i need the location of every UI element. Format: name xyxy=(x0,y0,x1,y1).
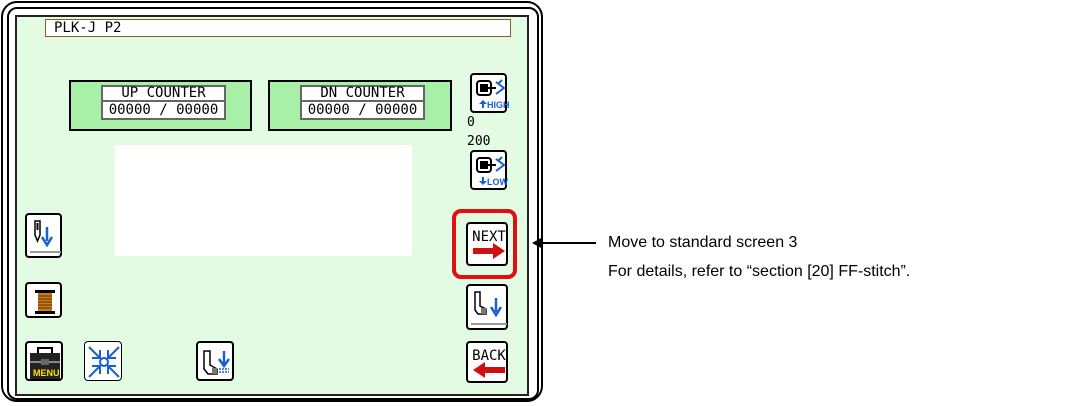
message-area xyxy=(115,145,412,256)
annotation-arrowhead xyxy=(532,237,543,249)
back-label: BACK xyxy=(472,348,506,364)
down-counter-label: DN COUNTER xyxy=(300,85,425,102)
presser-down-icon xyxy=(471,291,507,325)
speed-low-icon: LOW xyxy=(476,156,508,187)
down-counter[interactable]: DN COUNTER 00000 / 00000 xyxy=(268,80,452,131)
back-arrow-icon: BACK xyxy=(472,348,506,378)
annotation-line-2: For details, refer to “section [20] FF-s… xyxy=(608,263,911,280)
screen-title: PLK-J P2 xyxy=(45,19,511,37)
bobbin-button[interactable] xyxy=(25,282,62,318)
menu-label: MENU xyxy=(33,368,60,378)
presser-down-button[interactable] xyxy=(466,284,508,330)
annotation-line-1: Move to standard screen 3 xyxy=(608,234,798,251)
speed-low-label: LOW xyxy=(487,177,508,187)
menu-icon: MENU xyxy=(30,347,60,379)
menu-button[interactable]: MENU xyxy=(25,341,63,381)
speed-high-icon: HIGH xyxy=(476,79,509,110)
up-counter-value: 00000 / 00000 xyxy=(101,102,226,120)
speed-high-button[interactable]: HIGH xyxy=(470,73,509,113)
speed-low-button[interactable]: LOW xyxy=(470,150,508,190)
needle-down-icon xyxy=(30,220,61,253)
down-counter-value: 00000 / 00000 xyxy=(300,102,425,120)
up-counter[interactable]: UP COUNTER 00000 / 00000 xyxy=(69,80,252,131)
presser-foot-button[interactable] xyxy=(196,341,234,381)
shrink-icon xyxy=(88,346,120,378)
annotation-arrow-line xyxy=(540,242,596,244)
next-button-highlight xyxy=(452,209,517,279)
back-button[interactable]: BACK xyxy=(466,341,508,383)
speed-high-label: HIGH xyxy=(487,100,509,110)
speed-current-value: 0 xyxy=(467,115,475,130)
presser-foot-icon xyxy=(203,350,231,375)
speed-max-value: 200 xyxy=(467,134,491,149)
up-counter-label: UP COUNTER xyxy=(101,85,226,102)
bobbin-icon xyxy=(35,290,55,314)
needle-down-button[interactable] xyxy=(25,213,62,258)
shrink-button[interactable] xyxy=(84,341,122,381)
